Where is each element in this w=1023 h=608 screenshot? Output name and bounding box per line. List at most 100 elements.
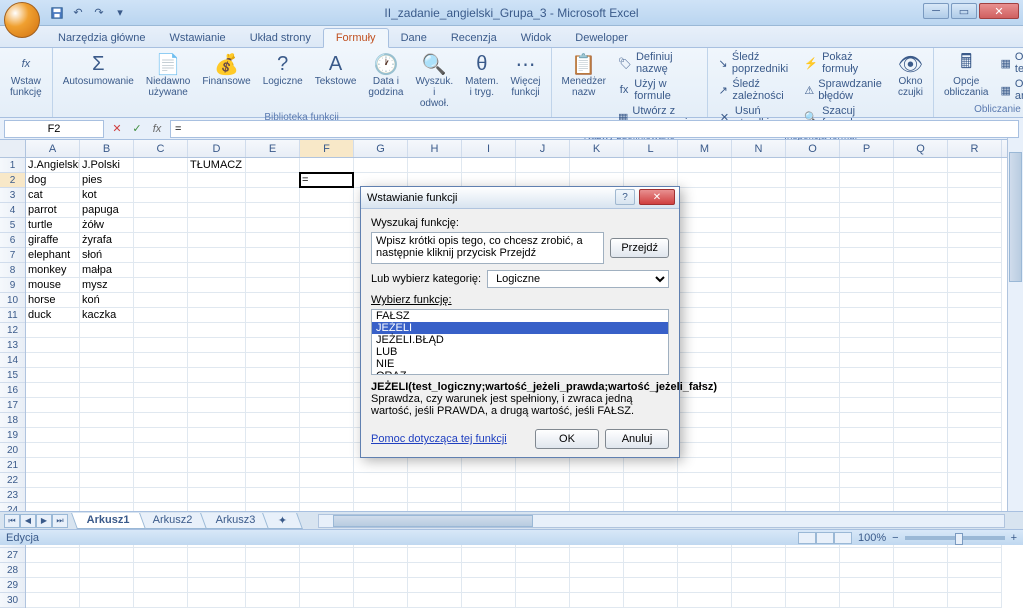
cell[interactable] [134, 338, 188, 353]
cell[interactable] [80, 473, 134, 488]
cell[interactable] [894, 428, 948, 443]
cell[interactable] [134, 413, 188, 428]
cell[interactable] [246, 473, 300, 488]
cell[interactable] [354, 548, 408, 563]
cell[interactable] [894, 413, 948, 428]
cell[interactable] [188, 473, 246, 488]
cell[interactable] [188, 353, 246, 368]
page-break-view-button[interactable] [834, 532, 852, 544]
cell[interactable] [300, 188, 354, 203]
cell[interactable] [840, 398, 894, 413]
cell[interactable]: monkey [26, 263, 80, 278]
cell[interactable]: giraffe [26, 233, 80, 248]
cell[interactable]: żyrafa [80, 233, 134, 248]
cell[interactable] [732, 353, 786, 368]
cell[interactable] [134, 353, 188, 368]
cell[interactable] [26, 383, 80, 398]
cell[interactable] [840, 368, 894, 383]
cell[interactable] [80, 413, 134, 428]
cell[interactable] [840, 278, 894, 293]
cell[interactable]: mouse [26, 278, 80, 293]
cell[interactable] [188, 278, 246, 293]
row-header[interactable]: 17 [0, 398, 25, 413]
cell[interactable] [246, 278, 300, 293]
cell[interactable] [948, 443, 1002, 458]
cell[interactable] [678, 233, 732, 248]
cell[interactable] [134, 383, 188, 398]
cell[interactable] [732, 593, 786, 608]
dialog-close-button[interactable]: ✕ [639, 189, 675, 205]
function-list-item[interactable]: JEŻELI.BŁĄD [372, 334, 668, 346]
cell[interactable]: małpa [80, 263, 134, 278]
cell[interactable]: elephant [26, 248, 80, 263]
cell[interactable] [188, 293, 246, 308]
row-header[interactable]: 28 [0, 563, 25, 578]
cell[interactable] [134, 548, 188, 563]
cell[interactable] [678, 248, 732, 263]
cell[interactable] [300, 353, 354, 368]
row-header[interactable]: 2 [0, 173, 25, 188]
cell[interactable] [678, 203, 732, 218]
cell[interactable] [80, 338, 134, 353]
cell[interactable] [948, 248, 1002, 263]
cell[interactable] [948, 398, 1002, 413]
cell[interactable] [786, 413, 840, 428]
cell[interactable] [188, 338, 246, 353]
horizontal-scrollbar[interactable] [318, 514, 1005, 528]
cell[interactable] [246, 578, 300, 593]
cell[interactable] [840, 443, 894, 458]
tab-narzędzia-główne[interactable]: Narzędzia główne [46, 29, 157, 47]
cell[interactable]: J.Angielski [26, 158, 80, 173]
cell[interactable]: = [300, 173, 354, 188]
cell[interactable] [516, 458, 570, 473]
tab-recenzja[interactable]: Recenzja [439, 29, 509, 47]
cell[interactable] [300, 398, 354, 413]
cell[interactable] [570, 593, 624, 608]
cell[interactable] [894, 188, 948, 203]
cell[interactable] [840, 353, 894, 368]
category-select[interactable]: Logiczne [487, 270, 669, 288]
row-header[interactable]: 18 [0, 413, 25, 428]
cell[interactable] [678, 353, 732, 368]
cell[interactable] [732, 323, 786, 338]
cell[interactable] [678, 593, 732, 608]
cell[interactable] [300, 338, 354, 353]
row-header[interactable]: 1 [0, 158, 25, 173]
function-list-item[interactable]: NIE [372, 358, 668, 370]
cell[interactable] [300, 323, 354, 338]
autosum-button[interactable]: ΣAutosumowanie [59, 50, 138, 89]
cell[interactable] [246, 458, 300, 473]
zoom-in-button[interactable]: + [1011, 532, 1017, 544]
cell[interactable] [462, 458, 516, 473]
cell[interactable] [894, 473, 948, 488]
cell[interactable] [188, 563, 246, 578]
cell[interactable]: mysz [80, 278, 134, 293]
cell[interactable] [678, 548, 732, 563]
hscroll-thumb[interactable] [333, 515, 533, 527]
cell[interactable] [188, 308, 246, 323]
cell[interactable] [462, 488, 516, 503]
cell[interactable] [26, 338, 80, 353]
calc-now-button[interactable]: ▦Oblicz teraz [996, 50, 1023, 76]
column-header[interactable]: L [624, 140, 678, 157]
cell[interactable] [134, 473, 188, 488]
cell[interactable] [246, 563, 300, 578]
cell[interactable] [948, 383, 1002, 398]
cell[interactable] [732, 308, 786, 323]
cell[interactable] [948, 563, 1002, 578]
cell[interactable] [948, 233, 1002, 248]
cell[interactable] [354, 593, 408, 608]
cell[interactable] [840, 308, 894, 323]
cell[interactable] [840, 563, 894, 578]
cell[interactable] [840, 488, 894, 503]
cell[interactable] [894, 548, 948, 563]
cell[interactable] [26, 593, 80, 608]
cell[interactable] [80, 323, 134, 338]
function-list[interactable]: FAŁSZJEŻELIJEŻELI.BŁĄDLUBNIEORAZPRAWDA [371, 309, 669, 375]
cell[interactable]: pies [80, 173, 134, 188]
cell[interactable] [624, 563, 678, 578]
column-header[interactable]: N [732, 140, 786, 157]
office-button[interactable] [4, 2, 40, 38]
sheet-first-button[interactable]: ⏮ [4, 514, 20, 528]
cell[interactable] [134, 218, 188, 233]
